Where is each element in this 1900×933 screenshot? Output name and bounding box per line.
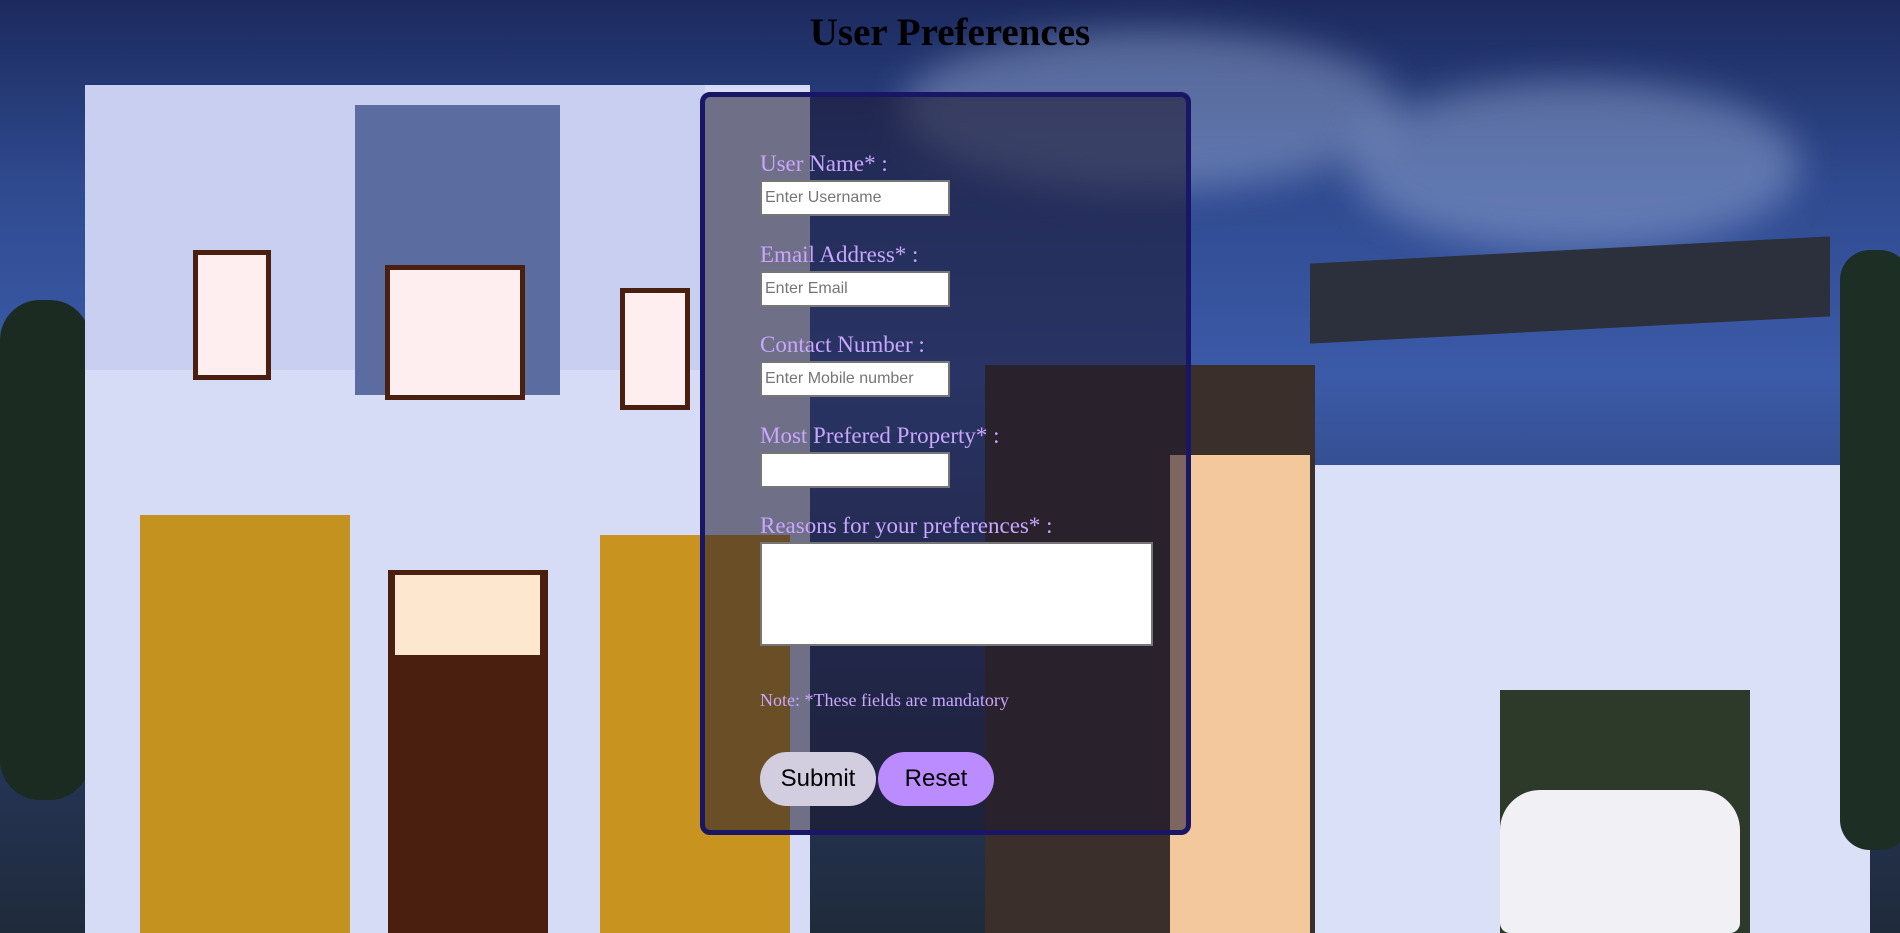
- email-input[interactable]: [760, 271, 950, 307]
- reset-button[interactable]: Reset: [878, 752, 994, 806]
- username-input[interactable]: [760, 180, 950, 216]
- preferred-property-input[interactable]: [760, 452, 950, 488]
- email-label: Email Address* :: [760, 242, 919, 267]
- contact-number-label: Contact Number :: [760, 332, 925, 357]
- preferences-form: User Name* : Email Address* : Contact Nu…: [700, 92, 1191, 835]
- preferred-property-label: Most Prefered Property* :: [760, 423, 1000, 448]
- reasons-label: Reasons for your preferences* :: [760, 513, 1053, 538]
- reasons-textarea[interactable]: [760, 542, 1153, 646]
- submit-button[interactable]: Submit: [760, 752, 876, 806]
- contact-number-input[interactable]: [760, 361, 950, 397]
- page-title: User Preferences: [809, 11, 1091, 54]
- username-label: User Name* :: [760, 151, 888, 176]
- mandatory-note: Note: *These fields are mandatory: [760, 690, 1009, 710]
